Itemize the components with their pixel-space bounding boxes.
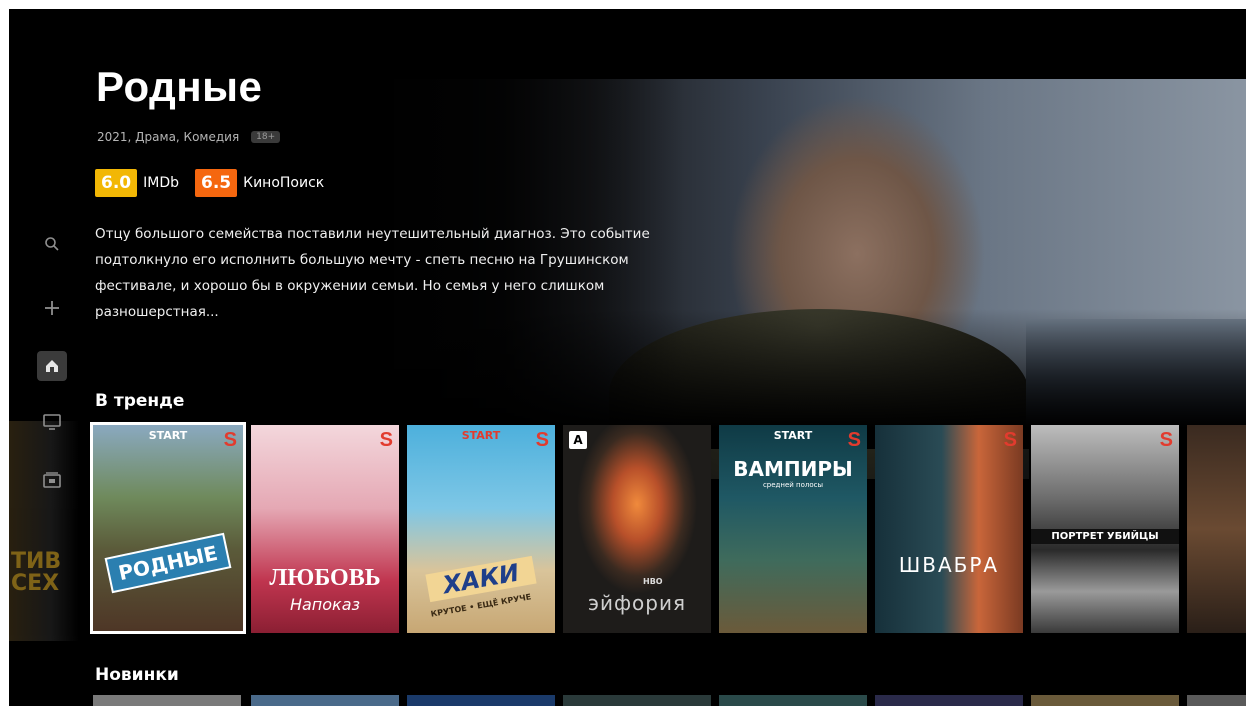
start-badge: START bbox=[148, 429, 188, 442]
start-badge: START bbox=[773, 429, 813, 442]
imdb-label: IMDb bbox=[143, 175, 179, 191]
poster-art bbox=[93, 425, 243, 631]
poster-subcaption: Напоказ bbox=[289, 595, 361, 614]
start-s-logo: S bbox=[1159, 429, 1173, 451]
show-description: Отцу большого семейства поставили неутеш… bbox=[95, 226, 650, 320]
new-tile[interactable] bbox=[93, 695, 241, 706]
new-tile[interactable] bbox=[1187, 695, 1246, 706]
imdb-score: 6.0 bbox=[95, 169, 138, 197]
add-icon[interactable] bbox=[37, 293, 67, 323]
offscreen-poster-text: ТИВ СЕХ bbox=[11, 549, 62, 596]
poster-caption: эйфория bbox=[587, 591, 687, 615]
offscreen-poster-left: ТИВ СЕХ bbox=[9, 421, 79, 641]
poster-network: HBO bbox=[643, 577, 663, 586]
media-library-icon[interactable] bbox=[37, 465, 67, 495]
ratings: 6.0 IMDb 6.5 КиноПоиск bbox=[95, 169, 340, 197]
start-badge: START bbox=[461, 429, 501, 442]
kinopoisk-label: КиноПоиск bbox=[243, 175, 325, 191]
poster-subcaption: средней полосы bbox=[762, 481, 824, 489]
poster-shvabra[interactable]: S ШВАБРА bbox=[875, 425, 1023, 633]
poster-art bbox=[875, 425, 1023, 633]
row-title-new: Новинки bbox=[95, 665, 179, 685]
tv-screen: ТИВ СЕХ Родные 2021, Драма, Комедия 18+ … bbox=[9, 9, 1246, 706]
new-tile[interactable] bbox=[719, 695, 867, 706]
new-tile[interactable] bbox=[563, 695, 711, 706]
new-tile[interactable] bbox=[1031, 695, 1179, 706]
tv-icon[interactable] bbox=[37, 407, 67, 437]
page-title: Родные bbox=[96, 63, 263, 110]
row-title-trending: В тренде bbox=[95, 391, 185, 411]
poster-rodnye[interactable]: START S РОДНЫЕ bbox=[90, 422, 246, 634]
new-tile[interactable] bbox=[251, 695, 399, 706]
show-year-genres: 2021, Драма, Комедия bbox=[97, 130, 240, 144]
start-s-logo: S bbox=[223, 429, 237, 451]
new-tile[interactable] bbox=[407, 695, 555, 706]
poster-caption: ПОРТРЕТ УБИЙЦЫ bbox=[1031, 529, 1179, 544]
poster-lyubov-napokaz[interactable]: S ЛЮБОВЬ Напоказ bbox=[251, 425, 399, 633]
new-tile[interactable] bbox=[875, 695, 1023, 706]
poster-art bbox=[1187, 425, 1246, 633]
poster-caption: ШВАБРА bbox=[898, 553, 1000, 577]
search-icon[interactable] bbox=[37, 229, 67, 259]
home-icon[interactable] bbox=[37, 351, 67, 381]
start-s-logo: S bbox=[535, 429, 549, 451]
start-s-logo: S bbox=[379, 429, 393, 451]
poster-vampiry[interactable]: START S ВАМПИРЫ средней полосы bbox=[719, 425, 867, 633]
poster-khaki[interactable]: START S ХАКИ КРУТОЕ • ЕЩЁ КРУЧЕ bbox=[407, 425, 555, 633]
poster-portret-ubiytsy[interactable]: S ПОРТРЕТ УБИЙЦЫ bbox=[1031, 425, 1179, 633]
poster-euphoria[interactable]: A HBO эйфория bbox=[563, 425, 711, 633]
show-meta: 2021, Драма, Комедия 18+ bbox=[97, 130, 281, 144]
amediateka-logo: A bbox=[569, 431, 587, 449]
start-s-logo: S bbox=[1003, 429, 1017, 451]
kinopoisk-score: 6.5 bbox=[195, 169, 238, 197]
poster-partial-next[interactable] bbox=[1187, 425, 1246, 633]
start-s-logo: S bbox=[847, 429, 861, 451]
poster-caption: ЛЮБОВЬ bbox=[269, 565, 381, 591]
poster-caption: ВАМПИРЫ bbox=[733, 457, 853, 481]
age-rating-badge: 18+ bbox=[251, 131, 281, 143]
